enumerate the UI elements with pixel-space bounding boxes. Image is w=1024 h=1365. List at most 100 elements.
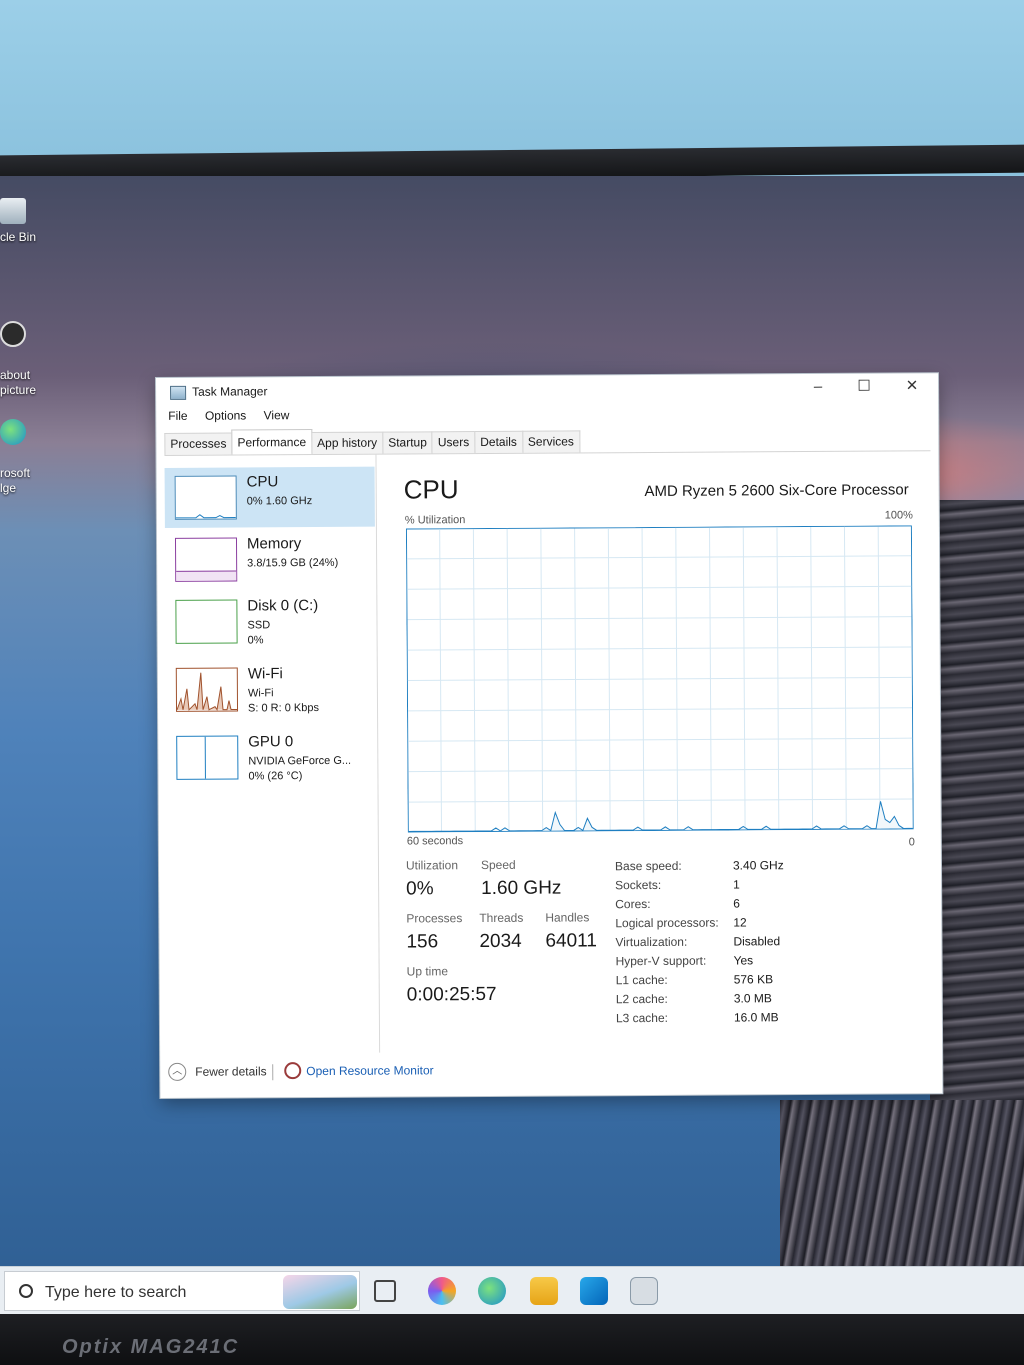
task-manager-window: Task Manager – ☐ ✕ File Options View Pro… bbox=[156, 373, 943, 1098]
menu-file[interactable]: File bbox=[168, 409, 187, 423]
sidebar-item-disk[interactable]: Disk 0 (C:) SSD 0% bbox=[165, 591, 375, 652]
desktop-icon-label: about picture bbox=[0, 368, 37, 397]
utilization-label: Utilization bbox=[405, 858, 459, 873]
spec-value: Disabled bbox=[733, 934, 781, 949]
taskbar-search-box[interactable]: Type here to search bbox=[4, 1271, 360, 1311]
resource-monitor-icon[interactable] bbox=[284, 1062, 302, 1080]
wifi-thumbnail-graph bbox=[175, 667, 239, 712]
y-axis-max-label: 100% bbox=[884, 509, 913, 522]
copilot-icon[interactable] bbox=[428, 1277, 456, 1305]
sidebar-item-name: CPU bbox=[246, 473, 279, 491]
tab-startup[interactable]: Startup bbox=[382, 431, 433, 454]
spec-label: L3 cache: bbox=[615, 1010, 669, 1026]
spec-label: Base speed: bbox=[614, 858, 682, 874]
desktop-icon-recycle-bin[interactable]: cle Bin bbox=[0, 198, 44, 245]
sidebar-item-name: GPU 0 bbox=[248, 733, 294, 751]
tab-app-history[interactable]: App history bbox=[311, 431, 384, 455]
spec-value: Yes bbox=[733, 953, 754, 968]
sidebar-item-memory[interactable]: Memory 3.8/15.9 GB (24%) bbox=[165, 529, 375, 590]
spec-label: Cores: bbox=[615, 896, 651, 912]
picture-icon bbox=[0, 321, 26, 347]
threads-label: Threads bbox=[479, 910, 524, 926]
tab-strip: Processes Performance App history Startu… bbox=[164, 429, 580, 455]
uptime-label: Up time bbox=[406, 964, 449, 979]
sidebar-item-name: Wi-Fi bbox=[247, 665, 283, 683]
sidebar-item-detail: 3.8/15.9 GB (24%) bbox=[247, 556, 339, 570]
wallpaper-pier-lower bbox=[780, 1100, 1024, 1290]
gpu-thumbnail-graph bbox=[176, 735, 239, 780]
edge-icon bbox=[0, 419, 26, 445]
monitor-brand-logo: Optix MAG241C bbox=[62, 1336, 240, 1358]
spec-value: 3.0 MB bbox=[733, 991, 772, 1006]
spec-label: Virtualization: bbox=[615, 934, 688, 950]
spec-value: 3.40 GHz bbox=[732, 858, 784, 873]
speed-value: 1.60 GHz bbox=[481, 877, 562, 900]
spec-value: 1 bbox=[733, 877, 740, 892]
open-resource-monitor-link[interactable]: Open Resource Monitor bbox=[306, 1063, 433, 1078]
search-highlight-image bbox=[283, 1275, 357, 1309]
desktop-icon-label: rosoft lge bbox=[0, 466, 31, 495]
memory-thumbnail-graph bbox=[174, 537, 238, 582]
sidebar-item-name: Disk 0 (C:) bbox=[247, 597, 319, 615]
title-bar[interactable]: Task Manager – ☐ ✕ bbox=[156, 373, 938, 406]
sidebar-item-cpu[interactable]: CPU 0% 1.60 GHz bbox=[164, 466, 375, 528]
sidebar-item-detail: 0% bbox=[247, 634, 264, 647]
tab-services[interactable]: Services bbox=[521, 430, 580, 453]
handles-value: 64011 bbox=[545, 930, 597, 952]
edge-icon[interactable] bbox=[478, 1277, 506, 1305]
handles-label: Handles bbox=[545, 910, 590, 925]
tab-processes[interactable]: Processes bbox=[164, 432, 233, 455]
uptime-value: 0:00:25:57 bbox=[406, 983, 497, 1006]
window-title: Task Manager bbox=[192, 384, 268, 399]
sidebar-item-detail: Wi-Fi bbox=[247, 687, 274, 700]
desktop-icon-edge[interactable]: rosoft lge bbox=[0, 404, 44, 511]
spec-value: 6 bbox=[733, 896, 740, 911]
desktop-icon-label: cle Bin bbox=[0, 230, 37, 244]
spec-label: Logical processors: bbox=[615, 915, 719, 931]
minimize-button[interactable]: – bbox=[796, 376, 840, 400]
sidebar-item-name: Memory bbox=[246, 535, 302, 553]
task-manager-icon[interactable] bbox=[630, 1277, 658, 1305]
spec-label: Hyper-V support: bbox=[615, 953, 707, 969]
processor-model: AMD Ryzen 5 2600 Six-Core Processor bbox=[644, 481, 909, 501]
recycle-bin-icon bbox=[0, 198, 26, 224]
x-axis-min-label: 0 bbox=[908, 836, 915, 849]
tab-users[interactable]: Users bbox=[431, 431, 476, 454]
spec-value: 12 bbox=[733, 915, 747, 930]
sidebar-item-detail: 0% 1.60 GHz bbox=[246, 495, 313, 508]
processes-label: Processes bbox=[406, 911, 463, 926]
menu-bar: File Options View bbox=[168, 408, 303, 429]
cpu-utilization-graph bbox=[405, 525, 914, 833]
tab-details[interactable]: Details bbox=[474, 430, 523, 454]
tab-performance[interactable]: Performance bbox=[231, 429, 313, 454]
sidebar-item-wifi[interactable]: Wi-Fi Wi-Fi S: 0 R: 0 Kbps bbox=[166, 659, 376, 720]
processes-value: 156 bbox=[406, 931, 439, 953]
desktop-icon-picture[interactable]: about picture bbox=[0, 306, 44, 413]
sidebar-item-detail: SSD bbox=[247, 619, 271, 632]
file-explorer-icon[interactable] bbox=[530, 1277, 558, 1305]
threads-value: 2034 bbox=[479, 930, 522, 953]
menu-view[interactable]: View bbox=[264, 408, 290, 422]
sidebar-item-detail: 0% (26 °C) bbox=[248, 770, 303, 783]
page-title: CPU bbox=[403, 474, 459, 505]
cpu-thumbnail-graph bbox=[174, 475, 237, 520]
taskbar: Type here to search bbox=[0, 1266, 1024, 1314]
search-placeholder: Type here to search bbox=[45, 1284, 187, 1301]
resource-sidebar: CPU 0% 1.60 GHz Memory 3.8/15.9 GB (24%)… bbox=[164, 454, 381, 1054]
task-view-icon[interactable] bbox=[374, 1280, 396, 1302]
x-axis-label: 60 seconds bbox=[406, 835, 464, 848]
outlook-icon[interactable] bbox=[580, 1277, 608, 1305]
search-icon bbox=[19, 1284, 33, 1298]
spec-label: L2 cache: bbox=[615, 991, 668, 1007]
menu-options[interactable]: Options bbox=[205, 408, 246, 422]
task-manager-icon bbox=[170, 385, 187, 400]
speed-label: Speed bbox=[480, 857, 516, 873]
footer-divider bbox=[272, 1064, 274, 1081]
fewer-details-link[interactable]: Fewer details bbox=[195, 1064, 266, 1078]
utilization-value: 0% bbox=[406, 878, 434, 900]
chevron-up-icon[interactable]: ︿ bbox=[168, 1062, 187, 1081]
sidebar-item-gpu[interactable]: GPU 0 NVIDIA GeForce G... 0% (26 °C) bbox=[166, 727, 376, 788]
window-footer: ︿ Fewer details Open Resource Monitor bbox=[160, 1049, 942, 1098]
close-button[interactable]: ✕ bbox=[890, 375, 934, 399]
maximize-button[interactable]: ☐ bbox=[842, 376, 886, 400]
